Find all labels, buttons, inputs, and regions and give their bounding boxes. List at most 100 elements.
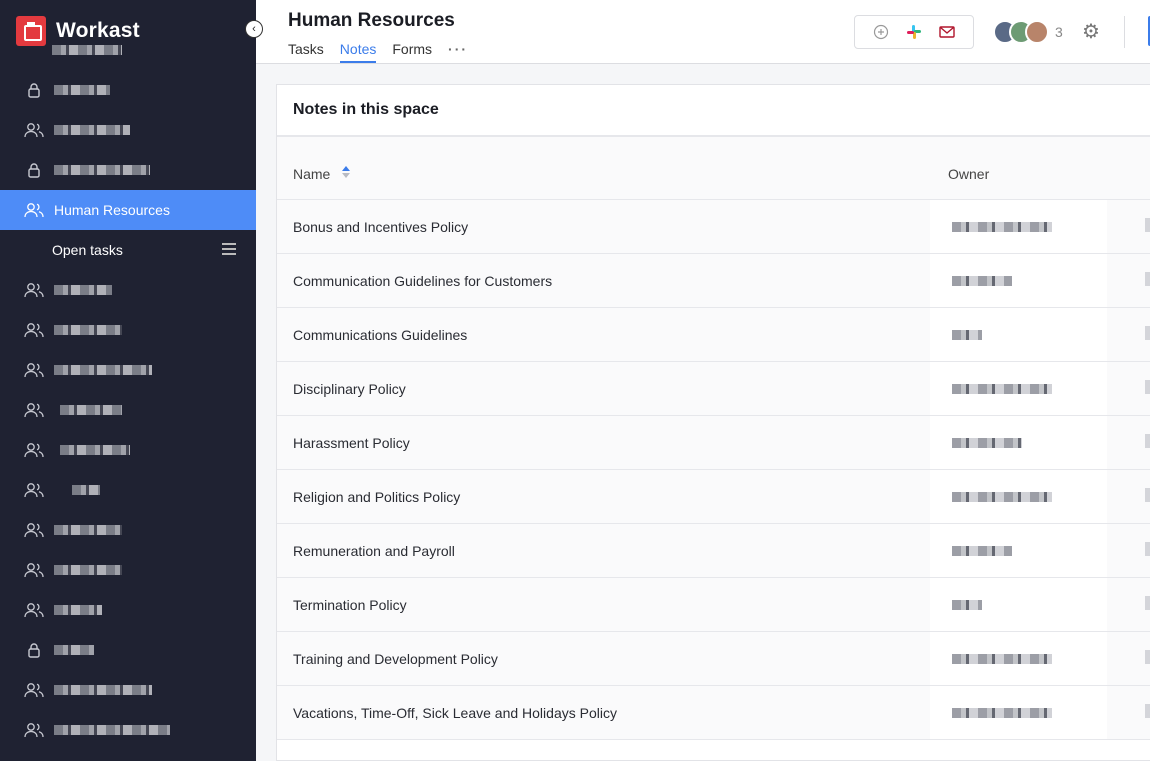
people-icon xyxy=(24,440,44,460)
owner-cell xyxy=(930,524,1107,577)
note-name[interactable]: Disciplinary Policy xyxy=(293,381,406,397)
space-name-redacted xyxy=(54,165,150,175)
sidebar-item-team-space[interactable] xyxy=(0,430,256,470)
people-icon xyxy=(24,400,44,420)
truncated-cell xyxy=(1145,326,1150,340)
sidebar-item-team-space[interactable] xyxy=(0,310,256,350)
table-row[interactable]: Harassment Policy xyxy=(277,416,1150,470)
truncated-cell xyxy=(1145,704,1150,718)
sidebar-item-team-space[interactable] xyxy=(0,390,256,430)
space-name-redacted xyxy=(54,685,152,695)
collapse-sidebar-icon[interactable]: ‹ xyxy=(245,20,263,38)
sidebar-item-private-space[interactable] xyxy=(0,150,256,190)
workspace-name-redacted xyxy=(52,45,122,55)
owner-cell xyxy=(930,632,1107,685)
add-integration-icon[interactable] xyxy=(872,23,890,41)
note-name[interactable]: Termination Policy xyxy=(293,597,407,613)
sidebar-item-team-space[interactable] xyxy=(0,110,256,150)
sidebar-subitem-open-tasks[interactable]: Open tasks xyxy=(0,230,256,270)
people-icon xyxy=(24,520,44,540)
owner-name-redacted xyxy=(952,546,1012,556)
truncated-cell xyxy=(1145,542,1150,556)
sidebar-item-team-space[interactable] xyxy=(0,510,256,550)
sidebar-item-team-space[interactable] xyxy=(0,550,256,590)
table-row[interactable]: Communication Guidelines for Customers xyxy=(277,254,1150,308)
space-name-redacted xyxy=(54,125,130,135)
sidebar-item-team-space[interactable] xyxy=(0,350,256,390)
table-row[interactable]: Training and Development Policy xyxy=(277,632,1150,686)
app-name: Workast xyxy=(56,19,140,42)
space-name-redacted xyxy=(72,485,100,495)
table-row[interactable]: Remuneration and Payroll xyxy=(277,524,1150,578)
table-header: Name Owner xyxy=(277,137,1150,200)
truncated-cell xyxy=(1145,272,1150,286)
member-count: 3 xyxy=(1055,24,1063,40)
people-icon xyxy=(24,600,44,620)
sidebar: Workast Human Resources Open tasks xyxy=(0,0,256,761)
owner-name-redacted xyxy=(952,492,1052,502)
note-name[interactable]: Bonus and Incentives Policy xyxy=(293,219,468,235)
sidebar-item-private-space[interactable] xyxy=(0,630,256,670)
gear-icon[interactable]: ⚙ xyxy=(1080,21,1102,43)
owner-cell xyxy=(930,578,1107,631)
table-row[interactable]: Bonus and Incentives Policy xyxy=(277,200,1150,254)
table-row[interactable]: Disciplinary Policy xyxy=(277,362,1150,416)
sidebar-item-private-space[interactable] xyxy=(0,70,256,110)
space-name-redacted xyxy=(60,405,122,415)
lock-icon xyxy=(24,80,44,100)
brand[interactable]: Workast xyxy=(16,16,140,46)
divider xyxy=(1124,16,1125,48)
note-name[interactable]: Training and Development Policy xyxy=(293,651,498,667)
more-tabs-icon[interactable]: ··· xyxy=(448,41,468,63)
space-name-redacted xyxy=(60,445,130,455)
tab-notes[interactable]: Notes xyxy=(339,41,377,63)
note-name[interactable]: Remuneration and Payroll xyxy=(293,543,455,559)
slack-icon[interactable] xyxy=(905,23,923,41)
table-row[interactable]: Termination Policy xyxy=(277,578,1150,632)
table-row[interactable]: Communications Guidelines xyxy=(277,308,1150,362)
owner-name-redacted xyxy=(952,654,1052,664)
owner-cell xyxy=(930,470,1107,523)
members-group[interactable]: 3 xyxy=(993,20,1063,44)
owner-cell xyxy=(930,416,1107,469)
table-row[interactable]: Vacations, Time-Off, Sick Leave and Holi… xyxy=(277,686,1150,740)
column-header-owner[interactable]: Owner xyxy=(948,166,989,182)
note-name[interactable]: Religion and Politics Policy xyxy=(293,489,460,505)
people-icon xyxy=(24,200,44,220)
owner-cell xyxy=(930,200,1107,253)
tab-tasks[interactable]: Tasks xyxy=(288,41,324,63)
sidebar-item-team-space[interactable] xyxy=(0,590,256,630)
sidebar-item-team-space[interactable] xyxy=(0,710,256,750)
sidebar-item-team-space[interactable] xyxy=(0,670,256,710)
people-icon xyxy=(24,360,44,380)
owner-name-redacted xyxy=(952,222,1052,232)
column-header-name[interactable]: Name xyxy=(293,166,330,182)
tab-forms[interactable]: Forms xyxy=(392,41,432,63)
space-name-redacted xyxy=(54,725,170,735)
owner-name-redacted xyxy=(952,384,1052,394)
space-name-redacted xyxy=(54,645,94,655)
email-icon[interactable] xyxy=(938,23,956,41)
truncated-cell xyxy=(1145,596,1150,610)
sidebar-item-team-space[interactable] xyxy=(0,270,256,310)
note-name[interactable]: Communications Guidelines xyxy=(293,327,467,343)
sort-icon[interactable] xyxy=(342,164,350,178)
owner-name-redacted xyxy=(952,600,982,610)
owner-name-redacted xyxy=(952,276,1012,286)
owner-name-redacted xyxy=(952,708,1052,718)
note-name[interactable]: Vacations, Time-Off, Sick Leave and Holi… xyxy=(293,705,617,721)
people-icon xyxy=(24,560,44,580)
hamburger-menu-icon[interactable] xyxy=(222,243,236,255)
note-name[interactable]: Communication Guidelines for Customers xyxy=(293,273,552,289)
space-name-redacted xyxy=(54,525,122,535)
truncated-cell xyxy=(1145,488,1150,502)
table-row[interactable]: Religion and Politics Policy xyxy=(277,470,1150,524)
sidebar-item-human-resources[interactable]: Human Resources xyxy=(0,190,256,230)
space-name-redacted xyxy=(54,605,102,615)
note-name[interactable]: Harassment Policy xyxy=(293,435,410,451)
truncated-cell xyxy=(1145,650,1150,664)
space-name-redacted xyxy=(54,285,112,295)
people-icon xyxy=(24,120,44,140)
sidebar-item-team-space[interactable] xyxy=(0,470,256,510)
lock-icon xyxy=(24,640,44,660)
